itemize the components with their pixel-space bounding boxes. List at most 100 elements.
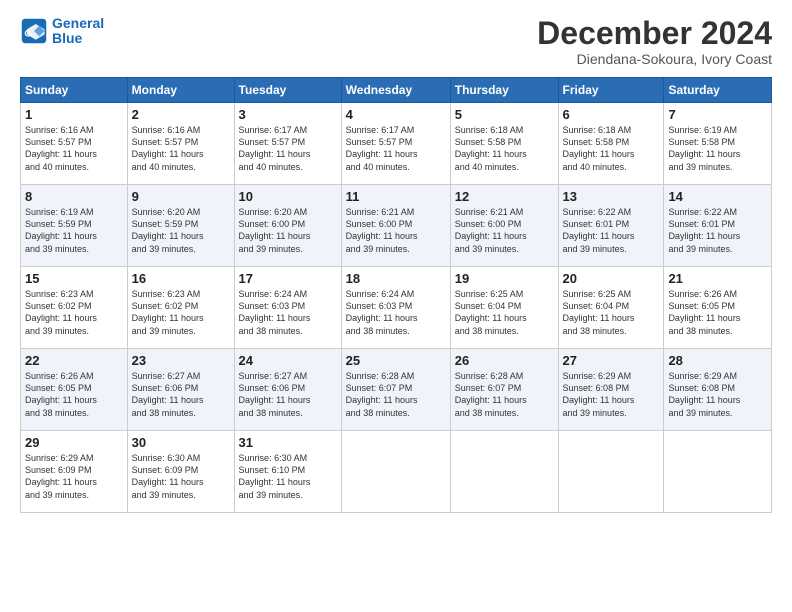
day-info: Sunrise: 6:29 AM Sunset: 6:09 PM Dayligh… (25, 452, 123, 501)
calendar-cell: 30 Sunrise: 6:30 AM Sunset: 6:09 PM Dayli… (127, 431, 234, 513)
day-number: 10 (239, 189, 337, 204)
day-info: Sunrise: 6:20 AM Sunset: 5:59 PM Dayligh… (132, 206, 230, 255)
calendar-cell: 22Sunrise: 6:26 AM Sunset: 6:05 PM Dayli… (21, 349, 128, 431)
calendar-cell: 9 Sunrise: 6:20 AM Sunset: 5:59 PM Daylig… (127, 185, 234, 267)
calendar-cell: 23 Sunrise: 6:27 AM Sunset: 6:06 PM Dayli… (127, 349, 234, 431)
day-number: 28 (668, 353, 767, 368)
weekday-header: Monday (127, 78, 234, 103)
logo-line1: General (52, 15, 104, 31)
page: G General Blue December 2024 Diendana-So… (0, 0, 792, 612)
calendar-cell: 21Sunrise: 6:26 AM Sunset: 6:05 PM Dayli… (664, 267, 772, 349)
day-info: Sunrise: 6:17 AM Sunset: 5:57 PM Dayligh… (346, 124, 446, 173)
day-number: 4 (346, 107, 446, 122)
calendar-cell: 12 Sunrise: 6:21 AM Sunset: 6:00 PM Dayli… (450, 185, 558, 267)
day-number: 8 (25, 189, 123, 204)
calendar-cell: 31Sunrise: 6:30 AM Sunset: 6:10 PM Dayli… (234, 431, 341, 513)
day-number: 17 (239, 271, 337, 286)
calendar-cell (341, 431, 450, 513)
calendar-cell: 2 Sunrise: 6:16 AM Sunset: 5:57 PM Daylig… (127, 103, 234, 185)
day-info: Sunrise: 6:30 AM Sunset: 6:10 PM Dayligh… (239, 452, 337, 501)
day-info: Sunrise: 6:21 AM Sunset: 6:00 PM Dayligh… (455, 206, 554, 255)
day-info: Sunrise: 6:28 AM Sunset: 6:07 PM Dayligh… (455, 370, 554, 419)
day-number: 15 (25, 271, 123, 286)
day-info: Sunrise: 6:18 AM Sunset: 5:58 PM Dayligh… (455, 124, 554, 173)
day-info: Sunrise: 6:16 AM Sunset: 5:57 PM Dayligh… (25, 124, 123, 173)
day-info: Sunrise: 6:29 AM Sunset: 6:08 PM Dayligh… (563, 370, 660, 419)
day-info: Sunrise: 6:26 AM Sunset: 6:05 PM Dayligh… (668, 288, 767, 337)
day-info: Sunrise: 6:25 AM Sunset: 6:04 PM Dayligh… (563, 288, 660, 337)
calendar-week-row: 22Sunrise: 6:26 AM Sunset: 6:05 PM Dayli… (21, 349, 772, 431)
calendar-week-row: 1 Sunrise: 6:16 AM Sunset: 5:57 PM Daylig… (21, 103, 772, 185)
day-number: 29 (25, 435, 123, 450)
day-number: 24 (239, 353, 337, 368)
day-number: 5 (455, 107, 554, 122)
calendar-cell: 29 Sunrise: 6:29 AM Sunset: 6:09 PM Dayli… (21, 431, 128, 513)
calendar-cell: 1 Sunrise: 6:16 AM Sunset: 5:57 PM Daylig… (21, 103, 128, 185)
day-info: Sunrise: 6:24 AM Sunset: 6:03 PM Dayligh… (346, 288, 446, 337)
calendar-cell: 24 Sunrise: 6:27 AM Sunset: 6:06 PM Dayli… (234, 349, 341, 431)
calendar-cell: 4 Sunrise: 6:17 AM Sunset: 5:57 PM Daylig… (341, 103, 450, 185)
calendar-cell (450, 431, 558, 513)
day-number: 14 (668, 189, 767, 204)
weekday-header: Wednesday (341, 78, 450, 103)
day-number: 22 (25, 353, 123, 368)
day-number: 23 (132, 353, 230, 368)
day-number: 16 (132, 271, 230, 286)
day-info: Sunrise: 6:18 AM Sunset: 5:58 PM Dayligh… (563, 124, 660, 173)
calendar-cell (664, 431, 772, 513)
calendar-cell: 20 Sunrise: 6:25 AM Sunset: 6:04 PM Dayli… (558, 267, 664, 349)
day-number: 30 (132, 435, 230, 450)
calendar-week-row: 15 Sunrise: 6:23 AM Sunset: 6:02 PM Dayli… (21, 267, 772, 349)
day-info: Sunrise: 6:22 AM Sunset: 6:01 PM Dayligh… (668, 206, 767, 255)
calendar-header-row: SundayMondayTuesdayWednesdayThursdayFrid… (21, 78, 772, 103)
day-info: Sunrise: 6:27 AM Sunset: 6:06 PM Dayligh… (132, 370, 230, 419)
calendar-cell: 7 Sunrise: 6:19 AM Sunset: 5:58 PM Daylig… (664, 103, 772, 185)
day-info: Sunrise: 6:17 AM Sunset: 5:57 PM Dayligh… (239, 124, 337, 173)
calendar-cell: 5 Sunrise: 6:18 AM Sunset: 5:58 PM Daylig… (450, 103, 558, 185)
calendar-cell: 13 Sunrise: 6:22 AM Sunset: 6:01 PM Dayli… (558, 185, 664, 267)
day-number: 26 (455, 353, 554, 368)
day-number: 3 (239, 107, 337, 122)
calendar-cell: 28 Sunrise: 6:29 AM Sunset: 6:08 PM Dayli… (664, 349, 772, 431)
day-info: Sunrise: 6:30 AM Sunset: 6:09 PM Dayligh… (132, 452, 230, 501)
day-number: 2 (132, 107, 230, 122)
day-info: Sunrise: 6:28 AM Sunset: 6:07 PM Dayligh… (346, 370, 446, 419)
day-number: 1 (25, 107, 123, 122)
calendar-cell: 16Sunrise: 6:23 AM Sunset: 6:02 PM Dayli… (127, 267, 234, 349)
day-info: Sunrise: 6:22 AM Sunset: 6:01 PM Dayligh… (563, 206, 660, 255)
logo: G General Blue (20, 16, 104, 47)
weekday-header: Tuesday (234, 78, 341, 103)
day-info: Sunrise: 6:24 AM Sunset: 6:03 PM Dayligh… (239, 288, 337, 337)
day-number: 25 (346, 353, 446, 368)
calendar-cell: 19 Sunrise: 6:25 AM Sunset: 6:04 PM Dayli… (450, 267, 558, 349)
calendar-table: SundayMondayTuesdayWednesdayThursdayFrid… (20, 77, 772, 513)
calendar-cell: 3 Sunrise: 6:17 AM Sunset: 5:57 PM Daylig… (234, 103, 341, 185)
day-info: Sunrise: 6:27 AM Sunset: 6:06 PM Dayligh… (239, 370, 337, 419)
day-number: 9 (132, 189, 230, 204)
day-info: Sunrise: 6:29 AM Sunset: 6:08 PM Dayligh… (668, 370, 767, 419)
location: Diendana-Sokoura, Ivory Coast (537, 51, 772, 67)
day-info: Sunrise: 6:25 AM Sunset: 6:04 PM Dayligh… (455, 288, 554, 337)
day-number: 20 (563, 271, 660, 286)
day-number: 13 (563, 189, 660, 204)
day-info: Sunrise: 6:19 AM Sunset: 5:58 PM Dayligh… (668, 124, 767, 173)
calendar-cell: 6 Sunrise: 6:18 AM Sunset: 5:58 PM Daylig… (558, 103, 664, 185)
calendar-cell: 25 Sunrise: 6:28 AM Sunset: 6:07 PM Dayli… (341, 349, 450, 431)
calendar-cell: 11Sunrise: 6:21 AM Sunset: 6:00 PM Dayli… (341, 185, 450, 267)
weekday-header: Thursday (450, 78, 558, 103)
day-number: 7 (668, 107, 767, 122)
day-number: 19 (455, 271, 554, 286)
day-info: Sunrise: 6:23 AM Sunset: 6:02 PM Dayligh… (25, 288, 123, 337)
day-number: 12 (455, 189, 554, 204)
calendar-cell: 10 Sunrise: 6:20 AM Sunset: 6:00 PM Dayli… (234, 185, 341, 267)
logo-text: General Blue (52, 16, 104, 47)
day-info: Sunrise: 6:19 AM Sunset: 5:59 PM Dayligh… (25, 206, 123, 255)
calendar-week-row: 8 Sunrise: 6:19 AM Sunset: 5:59 PM Daylig… (21, 185, 772, 267)
header: G General Blue December 2024 Diendana-So… (20, 16, 772, 67)
day-number: 6 (563, 107, 660, 122)
weekday-header: Friday (558, 78, 664, 103)
day-info: Sunrise: 6:16 AM Sunset: 5:57 PM Dayligh… (132, 124, 230, 173)
day-info: Sunrise: 6:20 AM Sunset: 6:00 PM Dayligh… (239, 206, 337, 255)
calendar-cell: 26 Sunrise: 6:28 AM Sunset: 6:07 PM Dayli… (450, 349, 558, 431)
svg-text:G: G (24, 29, 31, 40)
